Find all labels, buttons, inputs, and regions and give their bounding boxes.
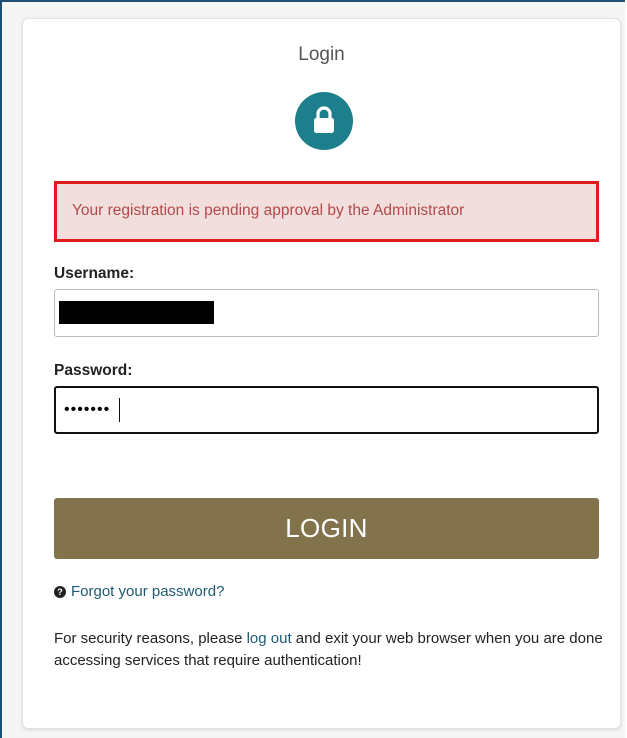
forgot-password-link[interactable]: ? Forgot your password? (54, 583, 224, 600)
question-circle-icon: ? (54, 585, 66, 598)
password-label: Password: (54, 362, 133, 379)
redacted-username (59, 301, 214, 324)
lock-icon (295, 92, 353, 150)
password-input[interactable] (54, 386, 599, 434)
login-button[interactable]: LOGIN (54, 498, 599, 559)
login-card: Login Your registration is pending appro… (22, 18, 621, 729)
username-label: Username: (54, 265, 135, 282)
forgot-password-label: Forgot your password? (71, 583, 225, 600)
pending-approval-alert: Your registration is pending approval by… (54, 181, 599, 242)
page-frame: Login Your registration is pending appro… (0, 0, 625, 738)
text-caret (119, 398, 120, 422)
notice-text-start: For security reasons, please (54, 630, 247, 647)
security-notice: For security reasons, please log out and… (54, 628, 604, 672)
login-title: Login (298, 44, 345, 65)
logout-link[interactable]: log out (247, 630, 292, 647)
